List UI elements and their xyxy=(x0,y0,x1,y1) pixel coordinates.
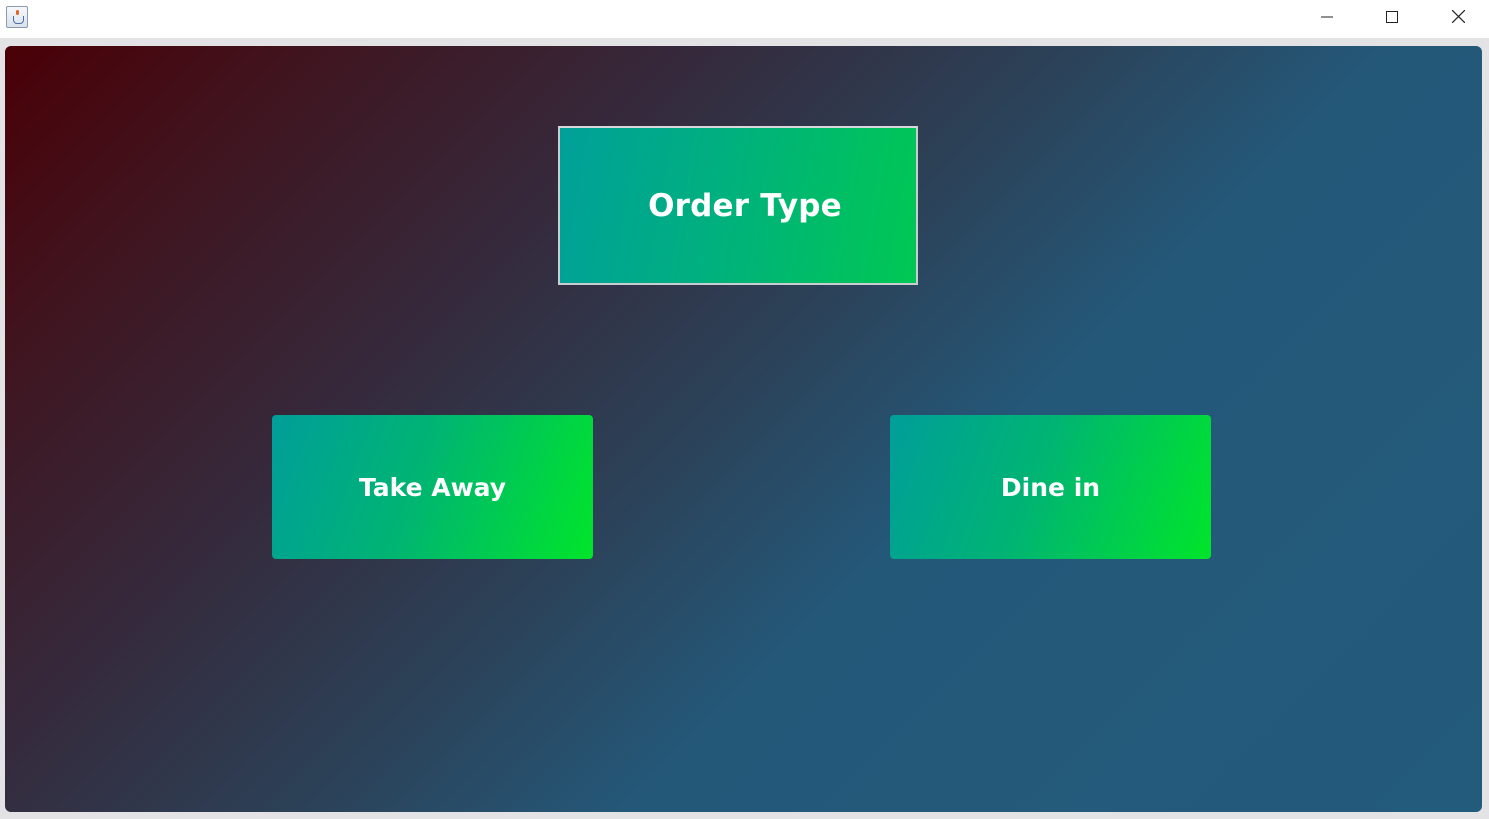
dine-in-button[interactable]: Dine in xyxy=(890,415,1211,559)
close-icon xyxy=(1451,10,1465,23)
dine-in-label: Dine in xyxy=(1000,472,1101,502)
page-title: Order Type xyxy=(648,187,842,224)
take-away-label: Take Away xyxy=(358,472,507,502)
minimize-button[interactable] xyxy=(1304,0,1350,33)
minimize-icon xyxy=(1321,16,1333,17)
app-icon-cup xyxy=(13,16,24,24)
maximize-button[interactable] xyxy=(1369,0,1415,33)
close-button[interactable] xyxy=(1435,0,1481,33)
java-cup-icon[interactable] xyxy=(6,6,28,28)
maximize-icon xyxy=(1386,10,1398,23)
app-icon-steam xyxy=(16,10,19,15)
title-bar xyxy=(0,0,1489,38)
order-type-heading-box: Order Type xyxy=(558,126,918,285)
take-away-button[interactable]: Take Away xyxy=(272,415,593,559)
